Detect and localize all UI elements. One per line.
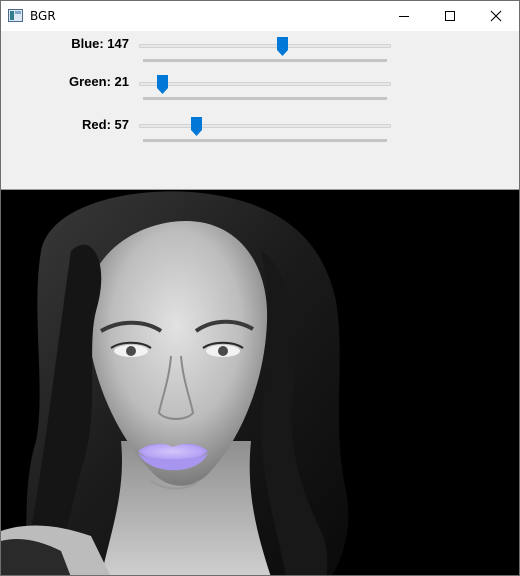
app-icon xyxy=(8,9,23,22)
trackbar-row-red: Red: 57 xyxy=(1,117,519,147)
portrait-photo xyxy=(1,191,519,575)
app-window: BGR Blue: 147 Green: 21 Red: 57 xyxy=(0,0,520,576)
trackbar-track-blue[interactable] xyxy=(139,44,391,48)
title-bar[interactable]: BGR xyxy=(1,1,519,31)
trackbar-thumb-green[interactable] xyxy=(156,75,168,94)
image-display xyxy=(1,191,519,575)
trackbar-panel: Blue: 147 Green: 21 Red: 57 xyxy=(1,31,519,190)
trackbar-tickline-green xyxy=(143,97,387,100)
trackbar-row-blue: Blue: 147 xyxy=(1,36,519,66)
minimize-icon xyxy=(399,15,409,17)
trackbar-label-blue: Blue: 147 xyxy=(71,36,129,51)
close-icon xyxy=(490,10,502,22)
maximize-button[interactable] xyxy=(427,1,473,31)
trackbar-thumb-blue[interactable] xyxy=(277,37,289,56)
trackbar-thumb-red[interactable] xyxy=(191,117,203,136)
trackbar-label-green: Green: 21 xyxy=(69,74,129,89)
maximize-icon xyxy=(445,11,455,21)
trackbar-track-green[interactable] xyxy=(139,82,391,86)
trackbar-tickline-blue xyxy=(143,59,387,62)
minimize-button[interactable] xyxy=(381,1,427,31)
trackbar-track-red[interactable] xyxy=(139,124,391,128)
trackbar-tickline-red xyxy=(143,139,387,142)
trackbar-label-red: Red: 57 xyxy=(82,117,129,132)
trackbar-row-green: Green: 21 xyxy=(1,74,519,104)
window-title: BGR xyxy=(30,9,56,23)
close-button[interactable] xyxy=(473,1,519,31)
